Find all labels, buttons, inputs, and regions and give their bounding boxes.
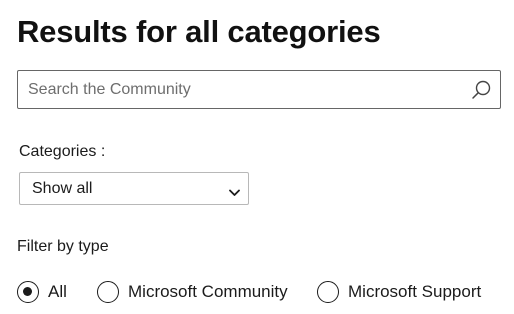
radio-label: Microsoft Community xyxy=(128,282,288,301)
chevron-down-icon xyxy=(229,184,240,196)
search-results-page: Results for all categories Categories : … xyxy=(0,0,514,314)
radio-button[interactable] xyxy=(97,281,119,303)
categories-select-value: Show all xyxy=(32,180,93,197)
categories-label: Categories : xyxy=(19,143,106,160)
radio-button[interactable] xyxy=(317,281,339,303)
search-box xyxy=(17,70,501,109)
filter-by-type-label: Filter by type xyxy=(17,238,109,255)
search-input[interactable] xyxy=(28,71,448,108)
radio-label: Microsoft Support xyxy=(348,282,482,301)
search-icon[interactable] xyxy=(470,79,492,101)
radio-label: All xyxy=(48,282,67,301)
radio-button-selected[interactable] xyxy=(17,281,39,303)
categories-select[interactable]: Show all xyxy=(19,172,249,205)
page-title: Results for all categories xyxy=(17,14,381,49)
filter-type-radio-group: All Microsoft Community Microsoft Suppor… xyxy=(0,281,514,303)
radio-dot xyxy=(23,287,32,296)
